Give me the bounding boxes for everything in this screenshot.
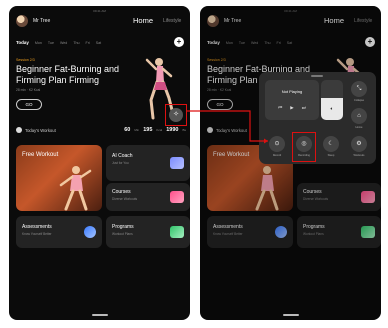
connector-arrow [187, 110, 268, 144]
